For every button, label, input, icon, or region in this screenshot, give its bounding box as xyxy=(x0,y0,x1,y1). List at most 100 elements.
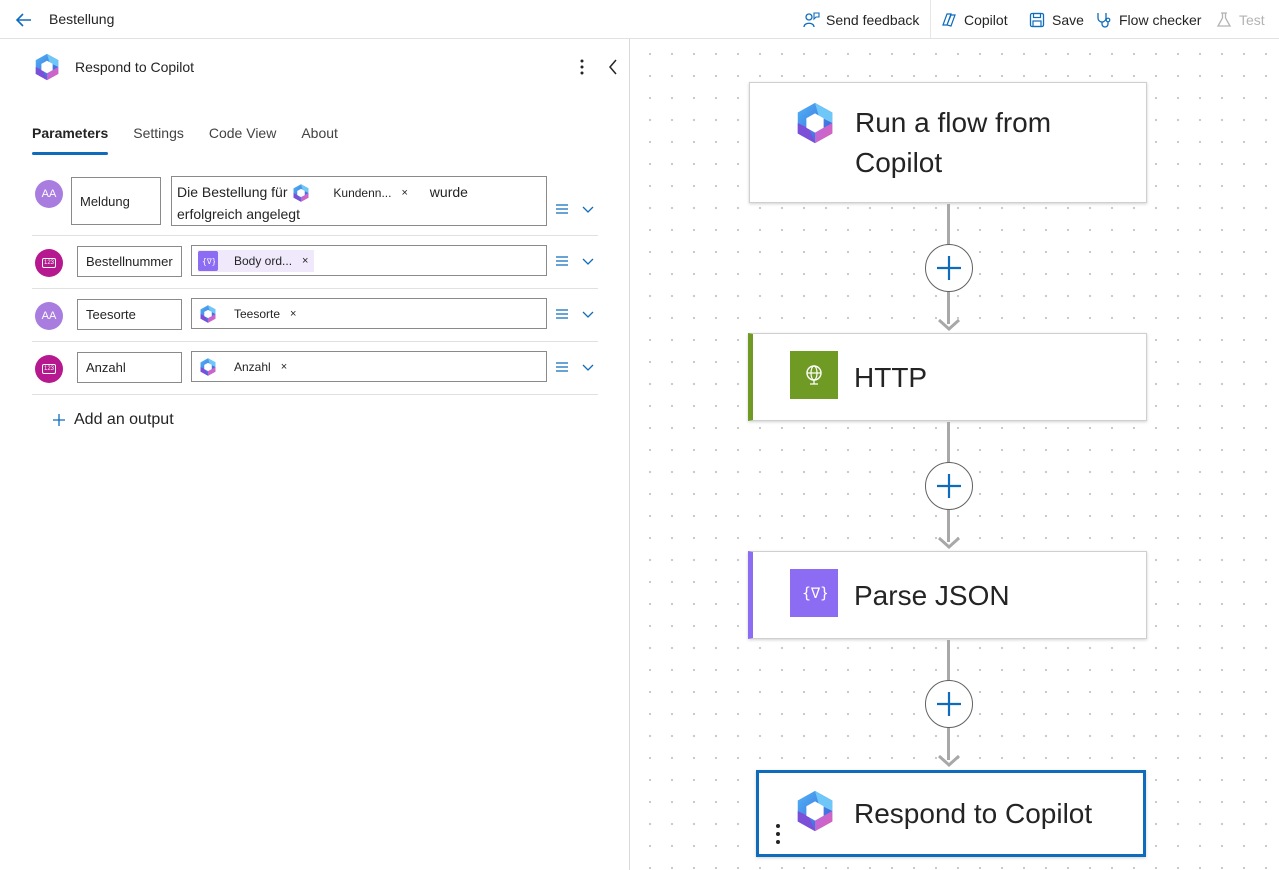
remove-token-icon[interactable]: × xyxy=(302,255,308,267)
svg-text:{∇}: {∇} xyxy=(202,257,215,266)
step-title-line: Run a flow from xyxy=(855,107,1052,138)
dynamic-content-token[interactable]: Kundenn... × xyxy=(291,182,414,204)
flow-step-respond-to-copilot[interactable]: Respond to Copilot xyxy=(756,770,1146,857)
row-actions xyxy=(554,253,596,269)
step-title: HTTP xyxy=(854,362,928,393)
tab-parameters[interactable]: Parameters xyxy=(32,125,109,155)
row-actions xyxy=(554,359,596,375)
more-options-icon[interactable] xyxy=(574,57,590,77)
action-details-panel: Respond to Copilot Parameters Settings C… xyxy=(0,39,630,870)
flow-step-parse-json[interactable]: {∇} Parse JSON xyxy=(748,551,1147,639)
step-title: Respond to Copilot xyxy=(854,798,1093,829)
tab-settings[interactable]: Settings xyxy=(133,125,184,155)
copilot-logo-icon xyxy=(291,183,311,203)
token-label: Kundenn... xyxy=(333,186,392,201)
output-value-field[interactable]: Anzahl × xyxy=(191,351,547,382)
flow-step-trigger[interactable]: Run a flow from Copilot xyxy=(749,82,1147,203)
feedback-person-icon xyxy=(803,12,820,28)
save-disk-icon xyxy=(1029,12,1045,28)
chevron-down-icon[interactable] xyxy=(580,253,596,269)
remove-token-icon[interactable]: × xyxy=(290,308,296,320)
drag-handle-icon[interactable] xyxy=(774,822,782,848)
token-label: Teesorte xyxy=(234,307,281,321)
copilot-logo-icon xyxy=(32,52,62,82)
copilot-logo-icon xyxy=(791,787,839,835)
send-feedback-button[interactable]: Send feedback xyxy=(802,9,919,31)
copilot-logo-icon xyxy=(198,304,218,324)
tab-about[interactable]: About xyxy=(301,125,338,155)
insert-step-button[interactable] xyxy=(925,680,973,728)
step-title-line: Copilot xyxy=(855,147,943,178)
value-text: wurde xyxy=(429,184,468,200)
list-icon[interactable] xyxy=(554,359,570,375)
flow-step-http[interactable]: HTTP xyxy=(748,333,1147,421)
token-label: Body ord... xyxy=(234,254,293,268)
plus-icon xyxy=(937,692,961,716)
token-label: Anzahl xyxy=(234,360,271,374)
number-type-label: 123 xyxy=(42,258,56,268)
list-icon[interactable] xyxy=(554,201,570,217)
step-title: Run a flow from Copilot xyxy=(855,103,1051,183)
value-text: erfolgreich angelegt xyxy=(177,206,300,223)
copilot-label: Copilot xyxy=(964,12,1008,28)
top-bar: Bestellung Send feedback Copilot Save Fl… xyxy=(0,0,1279,39)
output-row-teesorte: AA Teesorte Teesorte × xyxy=(32,289,598,342)
dynamic-content-token[interactable]: {∇} Body ord... × xyxy=(198,250,315,272)
step-title: Parse JSON xyxy=(854,580,1010,611)
send-feedback-label: Send feedback xyxy=(826,12,920,28)
dynamic-content-token[interactable]: Teesorte × xyxy=(198,303,302,325)
output-value-field[interactable]: Die Bestellung für Kundenn... × wurde er… xyxy=(171,176,547,226)
remove-token-icon[interactable]: × xyxy=(281,361,287,373)
arrowhead-icon xyxy=(938,537,960,549)
arrowhead-icon xyxy=(938,755,960,767)
output-name-field[interactable]: Teesorte xyxy=(77,299,182,330)
save-button[interactable]: Save xyxy=(1028,9,1084,31)
number-type-icon: 123 xyxy=(35,355,63,383)
chevron-down-icon[interactable] xyxy=(580,306,596,322)
text-type-icon: AA xyxy=(35,302,63,330)
plus-icon xyxy=(53,414,65,426)
test-button[interactable]: Test xyxy=(1215,9,1265,31)
panel-tabs: Parameters Settings Code View About xyxy=(32,125,363,155)
insert-step-button[interactable] xyxy=(925,462,973,510)
back-arrow-icon[interactable] xyxy=(14,10,34,30)
text-type-label: AA xyxy=(41,310,57,322)
flow-title: Bestellung xyxy=(49,11,115,27)
value-text: Die Bestellung für xyxy=(177,184,288,200)
add-output-label: Add an output xyxy=(74,411,174,428)
collapse-panel-icon[interactable] xyxy=(605,57,621,77)
add-output-button[interactable]: Add an output xyxy=(52,411,174,429)
flow-checker-label: Flow checker xyxy=(1119,12,1202,28)
chevron-down-icon[interactable] xyxy=(580,359,596,375)
insert-step-button[interactable] xyxy=(925,244,973,292)
output-name-field[interactable]: Meldung xyxy=(71,177,161,225)
flask-icon xyxy=(1216,12,1232,27)
copilot-logo-icon xyxy=(791,99,839,147)
output-name-field[interactable]: Anzahl xyxy=(77,352,182,383)
number-type-label: 123 xyxy=(42,364,56,374)
output-row-meldung: AA Meldung Die Bestellung für Kundenn...… xyxy=(32,169,598,236)
stethoscope-icon xyxy=(1097,13,1111,28)
row-actions xyxy=(554,306,596,322)
output-value-field[interactable]: {∇} Body ord... × xyxy=(191,245,547,276)
list-icon[interactable] xyxy=(554,306,570,322)
remove-token-icon[interactable]: × xyxy=(401,183,407,203)
panel-title: Respond to Copilot xyxy=(75,59,195,75)
output-name-field[interactable]: Bestellnummer xyxy=(77,246,182,277)
flow-checker-button[interactable]: Flow checker xyxy=(1095,9,1201,31)
globe-icon xyxy=(790,351,838,399)
flow-canvas[interactable]: Run a flow from Copilot HTTP {∇} Parse J… xyxy=(631,39,1279,870)
list-icon[interactable] xyxy=(554,253,570,269)
svg-text:{∇}: {∇} xyxy=(802,584,827,602)
output-value-field[interactable]: Teesorte × xyxy=(191,298,547,329)
chevron-down-icon[interactable] xyxy=(580,201,596,217)
copilot-button[interactable]: Copilot xyxy=(940,9,1008,31)
arrowhead-icon xyxy=(938,319,960,331)
dynamic-content-token[interactable]: Anzahl × xyxy=(198,356,293,378)
number-type-icon: 123 xyxy=(35,249,63,277)
toolbar-divider xyxy=(930,0,931,39)
text-type-icon: AA xyxy=(35,180,63,208)
copilot-logo-icon xyxy=(198,357,218,377)
copilot-icon xyxy=(942,13,956,27)
tab-code-view[interactable]: Code View xyxy=(209,125,276,155)
